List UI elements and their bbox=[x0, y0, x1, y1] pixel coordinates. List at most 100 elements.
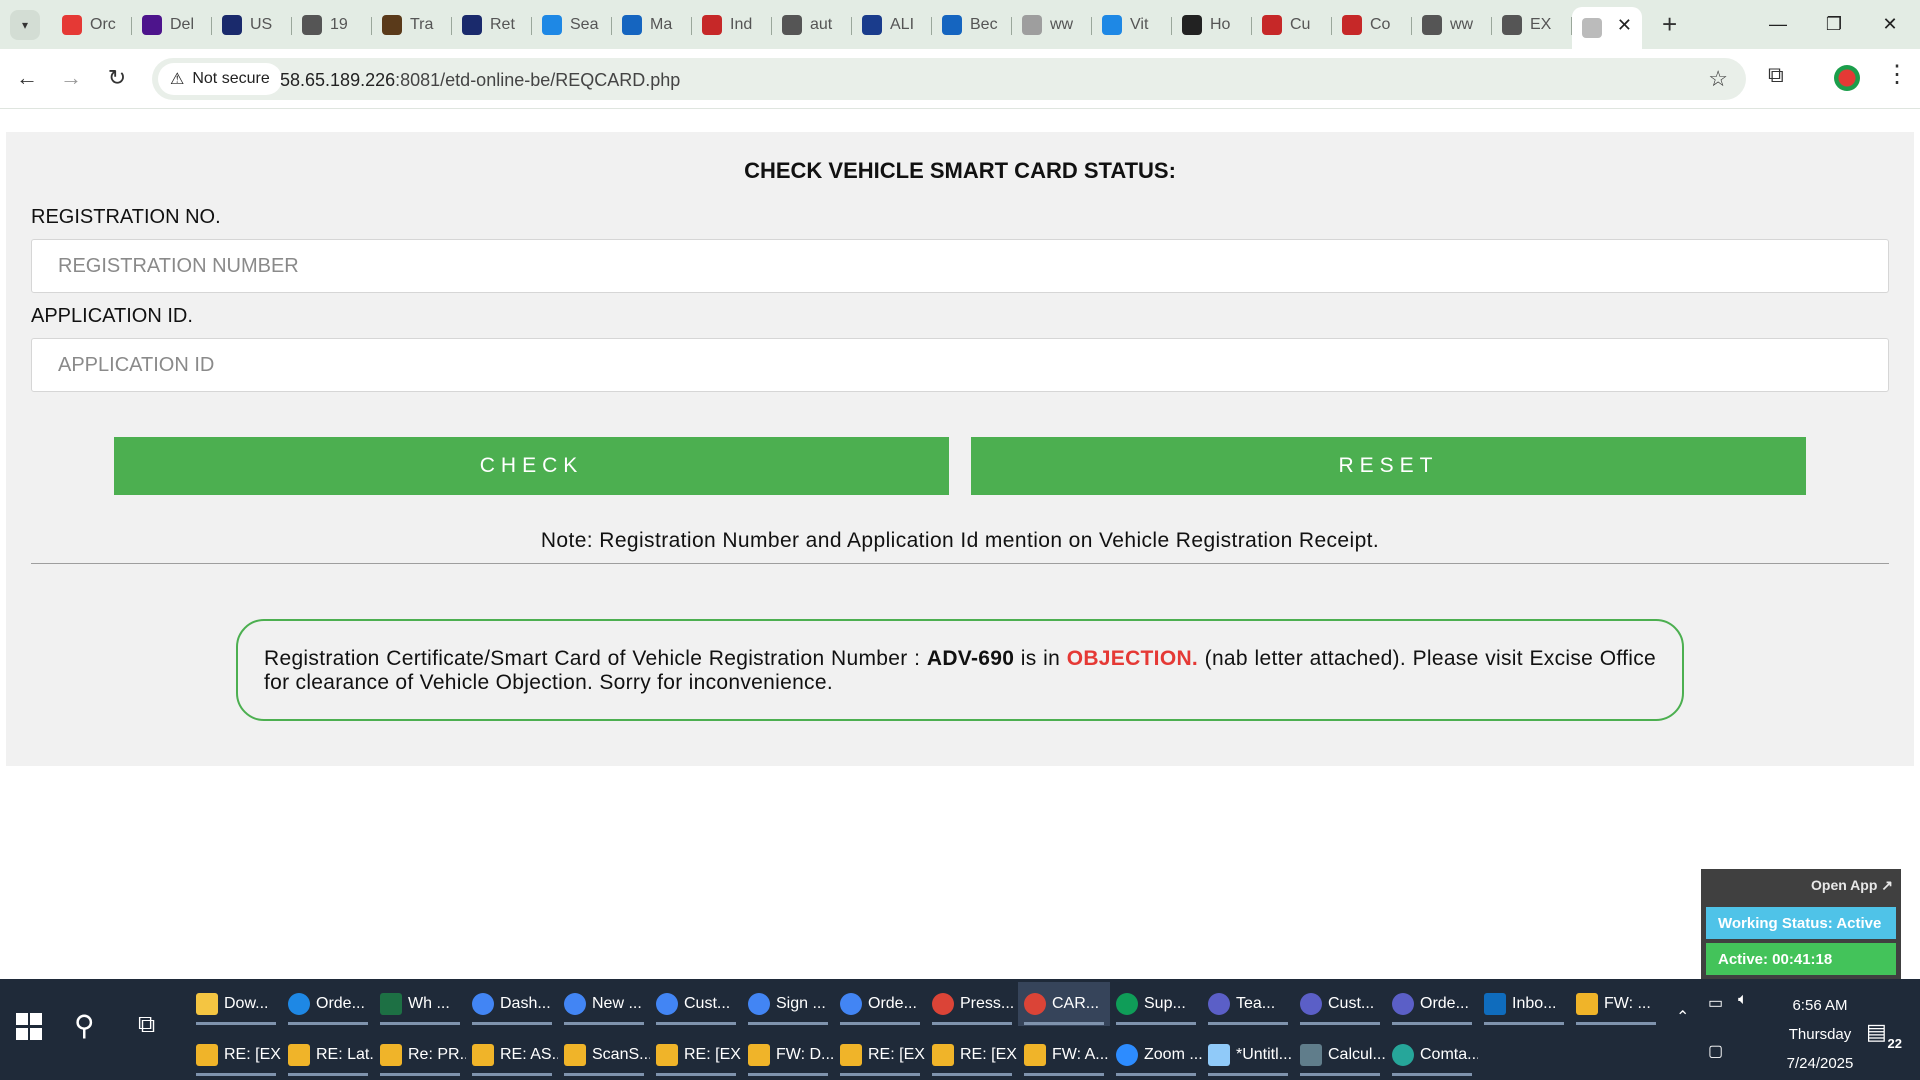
browser-tab[interactable]: Vit bbox=[1092, 7, 1172, 43]
taskbar-item[interactable]: Dow... bbox=[190, 982, 282, 1026]
registration-number-input[interactable] bbox=[31, 239, 1889, 293]
tab-title: aut bbox=[810, 15, 833, 33]
browser-tab[interactable]: ALI bbox=[852, 7, 932, 43]
tab-title: Cu bbox=[1290, 15, 1311, 33]
browser-tab[interactable]: Ho bbox=[1172, 7, 1252, 43]
site-info-button[interactable]: ⚠ Not secure bbox=[158, 63, 282, 95]
forward-button[interactable]: → bbox=[56, 63, 86, 93]
taskbar-item-label: Sign ... bbox=[776, 995, 826, 1012]
taskbar-item[interactable]: Inbo... bbox=[1478, 982, 1570, 1026]
bookmark-star-icon[interactable]: ☆ bbox=[1708, 66, 1728, 92]
volume-icon[interactable]: 🔈︎ bbox=[1738, 991, 1748, 1009]
browser-tab[interactable]: Ret bbox=[452, 7, 532, 43]
taskbar-item[interactable]: Dash... bbox=[466, 982, 558, 1026]
taskbar-item[interactable]: Cust... bbox=[1294, 982, 1386, 1026]
tab-title: ww bbox=[1450, 15, 1474, 33]
taskbar-item[interactable]: ScanS... bbox=[558, 1033, 650, 1077]
taskbar-item[interactable]: Sup... bbox=[1110, 982, 1202, 1026]
taskbar-item-label: Cust... bbox=[684, 995, 731, 1012]
taskbar-item[interactable]: Calcul... bbox=[1294, 1033, 1386, 1077]
url-host: 58.65.189.226 bbox=[280, 70, 396, 90]
minimize-button[interactable]: — bbox=[1750, 0, 1806, 49]
browser-tab[interactable]: ✕ bbox=[1572, 7, 1642, 49]
taskbar-item[interactable]: RE: [EX... bbox=[834, 1033, 926, 1077]
browser-tab[interactable]: Orc bbox=[52, 7, 132, 43]
url-path: :8081/etd-online-be/REQCARD.php bbox=[395, 70, 681, 90]
taskbar-row-1: Dow... Orde... Wh ... Dash... New ... Cust...… bbox=[190, 982, 1662, 1026]
show-hidden-icons-chevron-icon[interactable]: ⌃ bbox=[1676, 1007, 1689, 1027]
browser-tab[interactable]: Cu bbox=[1252, 7, 1332, 43]
reload-button[interactable]: ↻ bbox=[102, 63, 132, 93]
profile-avatar[interactable] bbox=[1834, 65, 1860, 91]
taskbar-item[interactable]: FW: D... bbox=[742, 1033, 834, 1077]
task-view-icon[interactable]: ⧉ bbox=[138, 1011, 155, 1039]
taskbar-item[interactable]: RE: [EX... bbox=[190, 1033, 282, 1077]
note-text: Note: Registration Number and Applicatio… bbox=[540, 529, 1380, 552]
taskbar-item[interactable]: RE: [EX... bbox=[650, 1033, 742, 1077]
envelope-icon bbox=[196, 1044, 218, 1066]
x-logo-icon bbox=[1182, 14, 1202, 35]
application-id-input[interactable] bbox=[31, 338, 1889, 392]
browser-tab[interactable]: Tra bbox=[372, 7, 452, 43]
open-app-link[interactable]: Open App ↗ bbox=[1811, 877, 1893, 894]
taskbar-item[interactable]: Tea... bbox=[1202, 982, 1294, 1026]
back-button[interactable]: ← bbox=[12, 63, 42, 93]
reset-button[interactable]: RESET bbox=[971, 437, 1806, 495]
url-text[interactable]: 58.65.189.226:8081/etd-online-be/REQCARD… bbox=[280, 70, 680, 91]
address-bar[interactable]: ⚠ Not secure 58.65.189.226:8081/etd-onli… bbox=[152, 58, 1746, 100]
globe-icon bbox=[1502, 14, 1522, 35]
close-window-button[interactable]: ✕ bbox=[1862, 0, 1918, 49]
system-clock[interactable]: 6:56 AM Thursday 7/24/2025 bbox=[1770, 991, 1870, 1078]
taskbar-item[interactable]: RE: Lat... bbox=[282, 1033, 374, 1077]
envelope-icon bbox=[564, 1044, 586, 1066]
browser-tab[interactable]: aut bbox=[772, 7, 852, 43]
taskbar-item-label: Cust... bbox=[1328, 995, 1375, 1012]
close-tab-icon[interactable]: ✕ bbox=[1617, 15, 1632, 36]
taskbar-item[interactable]: New ... bbox=[558, 982, 650, 1026]
taskbar-item[interactable]: RE: [EX... bbox=[926, 1033, 1018, 1077]
browser-tab[interactable]: ww bbox=[1412, 7, 1492, 43]
browser-tab[interactable]: ww bbox=[1012, 7, 1092, 43]
taskbar-item-label: *Untitl... bbox=[1236, 1046, 1293, 1063]
taskbar-item[interactable]: Orde... bbox=[282, 982, 374, 1026]
taskbar-item[interactable]: Orde... bbox=[834, 982, 926, 1026]
taskbar-item[interactable]: Press... bbox=[926, 982, 1018, 1026]
taskbar-item[interactable]: FW: ... bbox=[1570, 982, 1662, 1026]
display-icon[interactable]: ▢ bbox=[1708, 1041, 1723, 1061]
taskbar-item-label: Inbo... bbox=[1512, 995, 1557, 1012]
extensions-puzzle-icon[interactable]: ⧉ bbox=[1768, 62, 1796, 90]
browser-tab[interactable]: Bec bbox=[932, 7, 1012, 43]
taskbar-item[interactable]: CAR... bbox=[1018, 982, 1110, 1026]
windows-start-icon[interactable] bbox=[16, 1013, 44, 1041]
check-button[interactable]: CHECK bbox=[114, 437, 949, 495]
notification-center-button[interactable]: ▤ 22 bbox=[1866, 1019, 1902, 1051]
status-middle: is in bbox=[1014, 647, 1067, 670]
tab-title: 19 bbox=[330, 15, 348, 33]
search-icon[interactable]: ⚲ bbox=[74, 1009, 95, 1042]
taskbar-item[interactable]: Wh ... bbox=[374, 982, 466, 1026]
browser-tab[interactable]: Sea bbox=[532, 7, 612, 43]
taskbar-item[interactable]: Cust... bbox=[650, 982, 742, 1026]
tab-search-button[interactable]: ▾ bbox=[10, 9, 40, 40]
taskbar-item[interactable]: RE: AS... bbox=[466, 1033, 558, 1077]
new-tab-button[interactable]: + bbox=[1662, 9, 1677, 40]
browser-tab[interactable]: Co bbox=[1332, 7, 1412, 43]
battery-icon[interactable]: ▭ bbox=[1708, 993, 1723, 1013]
taskbar-item[interactable]: Orde... bbox=[1386, 982, 1478, 1026]
browser-tab[interactable]: US bbox=[212, 7, 292, 43]
taskbar-item[interactable]: Comta... bbox=[1386, 1033, 1478, 1077]
tab-title: Tra bbox=[410, 15, 434, 33]
browser-tab[interactable]: 19 bbox=[292, 7, 372, 43]
browser-tab[interactable]: Del bbox=[132, 7, 212, 43]
browser-tab[interactable]: Ma bbox=[612, 7, 692, 43]
envelope-icon bbox=[748, 1044, 770, 1066]
taskbar-item[interactable]: Sign ... bbox=[742, 982, 834, 1026]
restore-button[interactable]: ❐ bbox=[1806, 0, 1862, 49]
browser-tab[interactable]: EX bbox=[1492, 7, 1572, 43]
browser-tab[interactable]: Ind bbox=[692, 7, 772, 43]
taskbar-item[interactable]: Re: PR... bbox=[374, 1033, 466, 1077]
taskbar-item[interactable]: Zoom ... bbox=[1110, 1033, 1202, 1077]
taskbar-item[interactable]: *Untitl... bbox=[1202, 1033, 1294, 1077]
browser-menu-icon[interactable]: ⋮ bbox=[1885, 60, 1909, 89]
taskbar-item[interactable]: FW: A... bbox=[1018, 1033, 1110, 1077]
